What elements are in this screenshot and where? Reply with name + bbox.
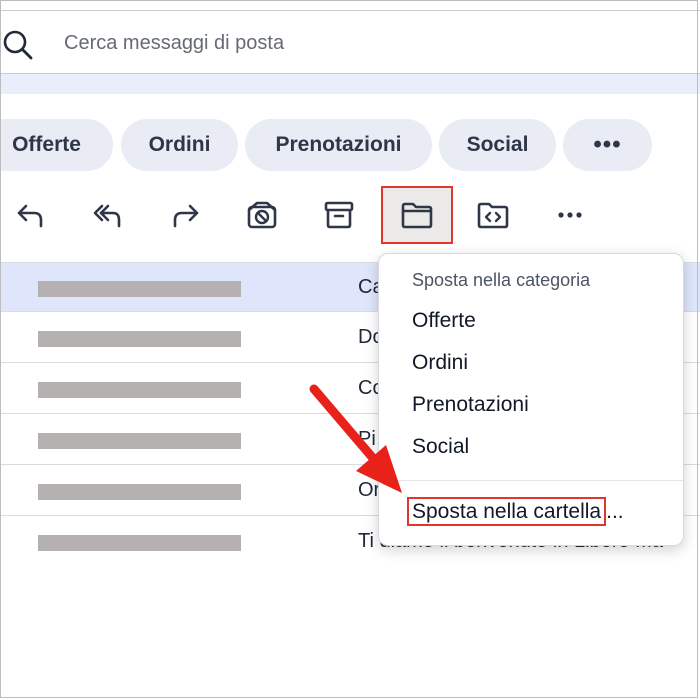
chip-prenotazioni[interactable]: Prenotazioni [245,119,432,171]
move-to-folder-ellipsis: ... [606,500,624,523]
chip-ordini[interactable]: Ordini [121,119,238,171]
chip-social[interactable]: Social [439,119,556,171]
more-icon [558,212,582,218]
search-bar[interactable]: Cerca messaggi di posta [0,10,700,74]
menu-section-header: Sposta nella categoria [412,270,591,290]
archive-button[interactable] [312,188,366,242]
forward-icon [173,204,199,228]
menu-item-ordini[interactable]: Ordini [412,351,468,375]
folder-icon [401,202,433,229]
menu-item-prenotazioni[interactable]: Prenotazioni [412,393,529,417]
annotation-arrow-icon [309,384,402,493]
reply-button[interactable] [4,188,58,242]
sender-redacted [38,281,241,297]
menu-item-offerte[interactable]: Offerte [412,309,476,333]
move-dropdown-menu: Sposta nella categoria Offerte Ordini Pr… [378,253,684,546]
menu-divider [379,480,683,481]
sender-redacted [38,331,241,347]
more-actions-button[interactable] [543,188,597,242]
sender-redacted [38,535,241,551]
category-folder-icon [477,202,509,229]
move-to-folder-label: Sposta nella cartella [407,497,607,526]
sender-redacted [38,484,241,500]
menu-item-move-to-folder[interactable]: Sposta nella cartella... [407,497,624,526]
reply-all-button[interactable] [81,188,135,242]
header-strip [0,74,700,94]
chip-offerte[interactable]: Offerte [0,119,113,171]
move-to-category-button[interactable] [466,188,520,242]
sender-redacted [38,382,241,398]
forward-button[interactable] [158,188,212,242]
move-to-folder-button[interactable] [381,186,453,244]
chip-more-button[interactable]: ••• [563,119,652,171]
menu-item-social[interactable]: Social [412,435,469,459]
sender-redacted [38,433,241,449]
spam-button[interactable] [235,188,289,242]
spam-icon [247,201,277,229]
archive-icon [324,201,354,229]
reply-icon [17,204,43,228]
search-input[interactable]: Cerca messaggi di posta [64,32,284,55]
reply-all-icon [93,204,121,228]
search-icon[interactable] [2,29,34,61]
